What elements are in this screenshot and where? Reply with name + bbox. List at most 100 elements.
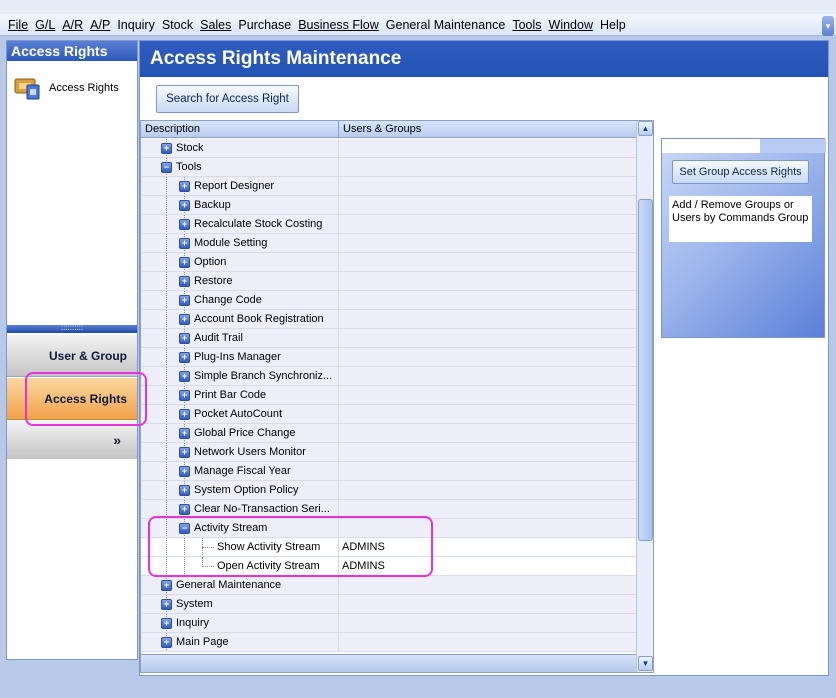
- expand-icon[interactable]: +: [179, 466, 190, 477]
- tree-row-users: [339, 139, 636, 157]
- tree-row-users: [339, 253, 636, 271]
- nav-splitter[interactable]: ::::::::::: [7, 324, 137, 333]
- tree-row[interactable]: + General Maintenance: [141, 576, 636, 595]
- tree-row[interactable]: + Restore: [141, 272, 636, 291]
- scroll-down-icon[interactable]: ▼: [638, 656, 653, 671]
- tree-row[interactable]: + Stock: [141, 139, 636, 158]
- tree-row[interactable]: + Option: [141, 253, 636, 272]
- expand-icon[interactable]: +: [179, 504, 190, 515]
- tree-row-label: Inquiry: [176, 617, 210, 629]
- menu-item-general-maintenance[interactable]: General Maintenance: [386, 18, 506, 32]
- tree-row-label: Module Setting: [194, 237, 268, 249]
- tree-row[interactable]: + System: [141, 595, 636, 614]
- tree-row[interactable]: + Inquiry: [141, 614, 636, 633]
- expand-icon[interactable]: +: [179, 371, 190, 382]
- menu-item-stock[interactable]: Stock: [162, 18, 193, 32]
- tree-row-description: + Main Page: [141, 633, 339, 651]
- search-access-right-button[interactable]: Search for Access Right: [156, 85, 299, 113]
- column-description[interactable]: Description: [141, 121, 339, 137]
- expand-icon[interactable]: +: [161, 599, 172, 610]
- tree-row[interactable]: + Network Users Monitor: [141, 443, 636, 462]
- main-panel: Access Rights Maintenance Search for Acc…: [139, 40, 829, 676]
- tree-row[interactable]: + Plug-Ins Manager: [141, 348, 636, 367]
- tree-row[interactable]: + Recalculate Stock Costing: [141, 215, 636, 234]
- highlight-access-rights: [25, 372, 147, 426]
- menu-item-tools[interactable]: Tools: [512, 18, 541, 32]
- expand-icon[interactable]: +: [179, 276, 190, 287]
- menu-item-business-flow[interactable]: Business Flow: [298, 18, 379, 32]
- expand-icon[interactable]: +: [179, 238, 190, 249]
- tree-row-label: Network Users Monitor: [194, 446, 306, 458]
- tree-row-users: [339, 386, 636, 404]
- menu-item-inquiry[interactable]: Inquiry: [117, 18, 155, 32]
- tree-row[interactable]: + Account Book Registration: [141, 310, 636, 329]
- expand-icon[interactable]: +: [179, 390, 190, 401]
- highlight-activity-stream: [148, 516, 433, 577]
- tree-row[interactable]: + Print Bar Code: [141, 386, 636, 405]
- expand-icon[interactable]: +: [161, 618, 172, 629]
- expand-icon[interactable]: +: [179, 485, 190, 496]
- expand-icon[interactable]: +: [161, 143, 172, 154]
- tree-row[interactable]: + Change Code: [141, 291, 636, 310]
- tree-row[interactable]: + Main Page: [141, 633, 636, 652]
- expand-icon[interactable]: +: [179, 314, 190, 325]
- expand-icon[interactable]: +: [179, 447, 190, 458]
- task-panel: Set Group Access Rights Add / Remove Gro…: [661, 138, 826, 338]
- menu-item-help[interactable]: Help: [600, 18, 626, 32]
- tree-row-description: + Print Bar Code: [141, 386, 339, 404]
- menu-item-a-r[interactable]: A/R: [62, 18, 83, 32]
- tree-row-label: Backup: [194, 199, 231, 211]
- expand-icon[interactable]: +: [161, 637, 172, 648]
- tree-row-users: [339, 329, 636, 347]
- expand-icon[interactable]: +: [161, 580, 172, 591]
- scroll-up-icon[interactable]: ▲: [638, 121, 653, 136]
- tree-row[interactable]: + Manage Fiscal Year: [141, 462, 636, 481]
- tree-row-description: + Report Designer: [141, 177, 339, 195]
- tree-row[interactable]: + Backup: [141, 196, 636, 215]
- expand-icon[interactable]: +: [179, 181, 190, 192]
- expand-icon[interactable]: +: [179, 352, 190, 363]
- tree-row[interactable]: − Tools: [141, 158, 636, 177]
- tree-row-label: General Maintenance: [176, 579, 282, 591]
- menu-item-file[interactable]: File: [8, 18, 28, 32]
- column-users-groups[interactable]: Users & Groups: [339, 121, 635, 137]
- menu-chevron-icon[interactable]: ▾: [822, 16, 834, 36]
- menu-item-g-l[interactable]: G/L: [35, 18, 55, 32]
- tree-row-label: Main Page: [176, 636, 229, 648]
- tree-row[interactable]: + Module Setting: [141, 234, 636, 253]
- nav-user-group-button[interactable]: User & Group: [7, 335, 137, 377]
- navigation-pane: Access Rights Access Rights :::::::::: U…: [6, 40, 138, 660]
- set-group-access-rights-button[interactable]: Set Group Access Rights: [672, 160, 809, 184]
- tree-row-users: [339, 443, 636, 461]
- tree-row-label: System Option Policy: [194, 484, 299, 496]
- access-rights-tree: Description Users & Groups + Stock − Tools +…: [140, 120, 654, 673]
- menu-item-a-p[interactable]: A/P: [90, 18, 110, 32]
- tree-row[interactable]: + System Option Policy: [141, 481, 636, 500]
- expand-icon[interactable]: +: [179, 333, 190, 344]
- tree-row-description: + Simple Branch Synchroniz...: [141, 367, 339, 385]
- nav-access-rights-item[interactable]: Access Rights: [13, 75, 137, 101]
- menu-item-purchase[interactable]: Purchase: [238, 18, 291, 32]
- tree-row-label: Stock: [176, 142, 204, 154]
- expand-icon[interactable]: +: [179, 295, 190, 306]
- vertical-scrollbar[interactable]: ▲ ▼: [636, 121, 653, 672]
- tree-row[interactable]: + Audit Trail: [141, 329, 636, 348]
- expand-icon[interactable]: +: [179, 219, 190, 230]
- scroll-thumb[interactable]: [638, 199, 653, 541]
- horizontal-scrollbar[interactable]: [141, 654, 636, 672]
- collapse-icon[interactable]: −: [161, 162, 172, 173]
- tree-row[interactable]: + Report Designer: [141, 177, 636, 196]
- tree-row-description: + Audit Trail: [141, 329, 339, 347]
- expand-icon[interactable]: +: [179, 200, 190, 211]
- tree-row[interactable]: + Simple Branch Synchroniz...: [141, 367, 636, 386]
- tree-row[interactable]: + Pocket AutoCount: [141, 405, 636, 424]
- expand-icon[interactable]: +: [179, 428, 190, 439]
- tree-row-description: + Manage Fiscal Year: [141, 462, 339, 480]
- tree-row[interactable]: + Global Price Change: [141, 424, 636, 443]
- menu-item-window[interactable]: Window: [549, 18, 593, 32]
- expand-icon[interactable]: +: [179, 257, 190, 268]
- tree-row-label: Manage Fiscal Year: [194, 465, 291, 477]
- menu-item-sales[interactable]: Sales: [200, 18, 231, 32]
- nav-more-chevron-icon[interactable]: »: [7, 421, 137, 459]
- expand-icon[interactable]: +: [179, 409, 190, 420]
